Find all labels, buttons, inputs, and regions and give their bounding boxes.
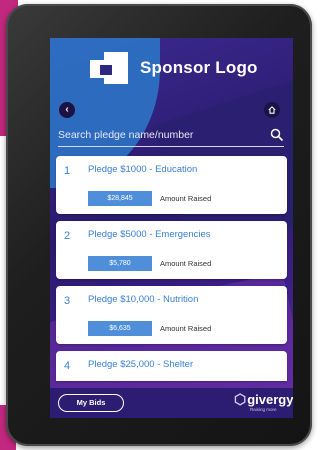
pledge-number: 3 bbox=[64, 295, 71, 307]
search-input[interactable] bbox=[58, 129, 258, 141]
pledge-card[interactable]: 1 Pledge $1000 - Education $28,845 Amoun… bbox=[56, 156, 287, 214]
pledge-number: 1 bbox=[64, 165, 71, 177]
sponsor-logo: Sponsor Logo bbox=[90, 52, 258, 84]
pledge-title: Pledge $5000 - Emergencies bbox=[88, 229, 211, 240]
amount-raised-value: $6,635 bbox=[88, 321, 152, 336]
pledge-list: 1 Pledge $1000 - Education $28,845 Amoun… bbox=[56, 156, 287, 388]
search-bar bbox=[58, 124, 284, 147]
amount-raised-label: Amount Raised bbox=[160, 194, 212, 203]
pledge-card[interactable]: 3 Pledge $10,000 - Nutrition $6,635 Amou… bbox=[56, 286, 287, 344]
my-bids-button[interactable]: My Bids bbox=[58, 394, 124, 412]
app-screen: Sponsor Logo ‹ 1 Pledge $1000 - Educatio… bbox=[50, 38, 293, 418]
home-button[interactable] bbox=[264, 102, 280, 118]
pledge-number: 2 bbox=[64, 230, 71, 242]
brand-name: givergy bbox=[247, 392, 293, 407]
pledge-title: Pledge $10,000 - Nutrition bbox=[88, 294, 199, 305]
pledge-number: 4 bbox=[64, 360, 71, 372]
home-icon bbox=[268, 106, 276, 114]
amount-raised-label: Amount Raised bbox=[160, 324, 212, 333]
chevron-left-icon: ‹ bbox=[65, 104, 69, 115]
back-button[interactable]: ‹ bbox=[59, 102, 75, 118]
pledge-card[interactable]: 4 Pledge $25,000 - Shelter bbox=[56, 351, 287, 381]
logo-mark-icon bbox=[90, 52, 128, 84]
amount-raised-value: $28,845 bbox=[88, 191, 152, 206]
sponsor-logo-text: Sponsor Logo bbox=[140, 58, 258, 77]
amount-raised-value: $5,780 bbox=[88, 256, 152, 271]
tablet-device: Sponsor Logo ‹ 1 Pledge $1000 - Educatio… bbox=[6, 4, 312, 446]
pledge-title: Pledge $1000 - Education bbox=[88, 164, 198, 175]
brand-tagline: Raising more bbox=[250, 407, 277, 412]
amount-raised-label: Amount Raised bbox=[160, 259, 212, 268]
givergy-logo: ⬡givergy bbox=[234, 391, 293, 408]
search-icon[interactable] bbox=[270, 128, 284, 142]
givergy-mark-icon: ⬡ bbox=[234, 391, 247, 407]
pledge-card[interactable]: 2 Pledge $5000 - Emergencies $5,780 Amou… bbox=[56, 221, 287, 279]
bottom-bar: My Bids ⬡givergy Raising more bbox=[50, 388, 293, 418]
pledge-title: Pledge $25,000 - Shelter bbox=[88, 359, 194, 370]
